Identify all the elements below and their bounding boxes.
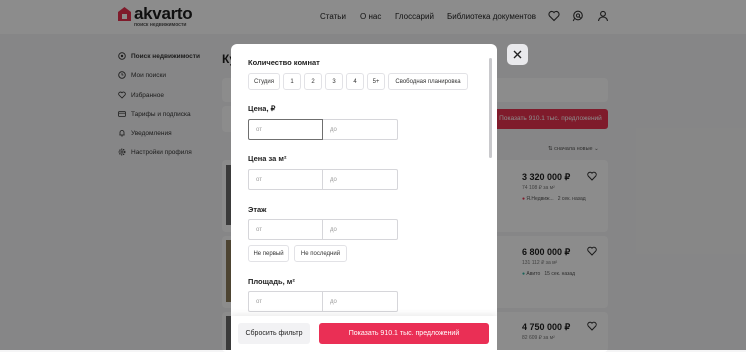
room-option-studio[interactable]: Студия <box>248 73 280 90</box>
room-option-free-layout[interactable]: Свободная планировка <box>388 73 468 90</box>
price-per-m2-range <box>248 169 398 190</box>
close-icon <box>513 50 522 59</box>
floor-range <box>248 219 398 240</box>
room-option-1[interactable]: 1 <box>283 73 301 90</box>
room-option-4[interactable]: 4 <box>346 73 364 90</box>
floor-title: Этаж <box>248 205 267 214</box>
price-title: Цена, ₽ <box>248 104 276 113</box>
area-from-input[interactable] <box>248 291 323 312</box>
floor-from-input[interactable] <box>248 219 323 240</box>
price-range <box>248 119 398 140</box>
price-from-input[interactable] <box>248 119 323 140</box>
rooms-title: Количество комнат <box>248 58 320 67</box>
close-modal-button[interactable] <box>507 44 528 65</box>
area-to-input[interactable] <box>323 291 398 312</box>
modal-footer: Сбросить фильтр Показать 910.1 тыс. пред… <box>231 316 497 350</box>
price-to-input[interactable] <box>323 119 398 140</box>
room-option-3[interactable]: 3 <box>325 73 343 90</box>
price-per-m2-title: Цена за м² <box>248 154 287 163</box>
area-range <box>248 291 398 312</box>
price-per-m2-to-input[interactable] <box>323 169 398 190</box>
filter-modal: Количество комнат Студия 1 2 3 4 5+ Своб… <box>231 44 497 350</box>
modal-scrollbar[interactable] <box>489 58 492 158</box>
show-offers-button[interactable]: Показать 910.1 тыс. предложений <box>319 323 489 344</box>
floor-not-last[interactable]: Не последний <box>294 245 347 262</box>
reset-filter-button[interactable]: Сбросить фильтр <box>238 323 310 344</box>
floor-to-input[interactable] <box>323 219 398 240</box>
area-title: Площадь, м² <box>248 277 295 286</box>
floor-not-first[interactable]: Не первый <box>248 245 289 262</box>
room-option-5plus[interactable]: 5+ <box>367 73 385 90</box>
price-per-m2-from-input[interactable] <box>248 169 323 190</box>
room-option-2[interactable]: 2 <box>304 73 322 90</box>
